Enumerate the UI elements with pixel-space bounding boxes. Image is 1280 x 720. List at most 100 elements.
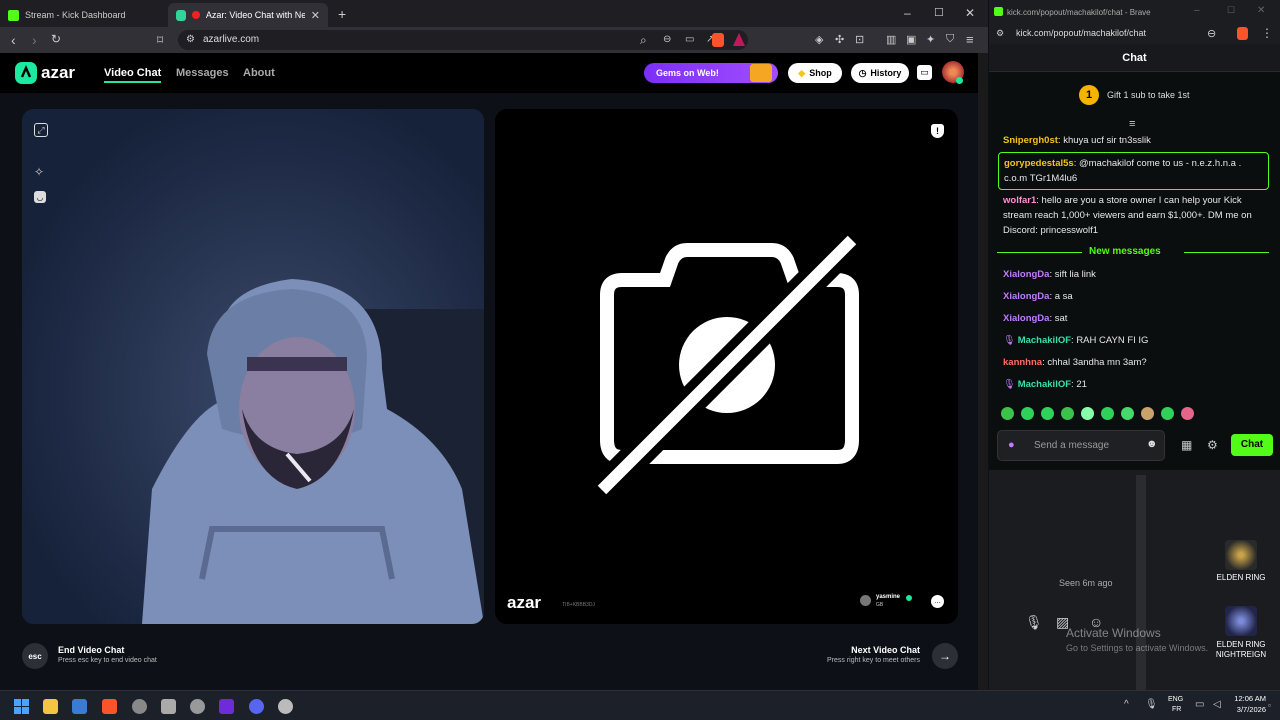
microphone-icon[interactable]: ● [1008, 439, 1015, 451]
brave-shields-icon[interactable] [1237, 27, 1248, 40]
extensions-icon[interactable]: ✣ [835, 33, 844, 46]
chat-username[interactable]: Snipergh0st [1003, 135, 1058, 146]
bookmark-icon[interactable]: ⌑ [157, 33, 163, 47]
maximize-icon[interactable]: ☐ [934, 6, 944, 19]
tab-azar[interactable]: Azar: Video Chat with New Pe ✕ [168, 3, 328, 27]
brave-rewards-icon[interactable] [733, 33, 745, 46]
elden-ring-label[interactable]: ELDEN RING [1211, 573, 1271, 582]
message-icon[interactable]: … [931, 595, 944, 608]
back-icon[interactable]: ‹ [11, 32, 16, 48]
chat-username[interactable]: XialongDa [1003, 313, 1049, 324]
chat-username[interactable]: wolfar1 [1003, 195, 1036, 206]
leo-icon[interactable]: ✦ [926, 33, 935, 46]
emote-icon[interactable] [1121, 407, 1134, 420]
brave-shields-icon[interactable] [712, 33, 724, 47]
url-field[interactable]: ⚙ azarlive.com ⌕ ⊖ ▭ ↗ [178, 30, 748, 50]
brave-browser-icon[interactable] [102, 699, 117, 714]
minimize-icon[interactable]: – [1194, 5, 1200, 16]
cast-icon[interactable]: ▭ [685, 30, 694, 50]
microphone-tray-icon[interactable]: 🎙 [1145, 699, 1158, 710]
file-explorer-icon[interactable] [43, 699, 58, 714]
esc-key-badge[interactable]: esc [22, 643, 48, 669]
chat-username[interactable]: XialongDa [1003, 291, 1049, 302]
chat-username[interactable]: kannhna [1003, 357, 1042, 368]
scroll-track[interactable] [1136, 475, 1146, 690]
site-settings-icon[interactable]: ⚙ [186, 30, 195, 50]
chat-username[interactable]: MachakilOF [1018, 335, 1071, 346]
discord-icon[interactable] [249, 699, 264, 714]
magic-wand-icon[interactable]: ✧ [34, 165, 44, 179]
notification-icon[interactable]: ▫ [1268, 701, 1271, 710]
nav-video-chat[interactable]: Video Chat [104, 67, 162, 83]
windows-start-icon[interactable] [14, 699, 29, 714]
shield-icon[interactable]: ⛉ [946, 33, 954, 46]
filter-icon[interactable]: ≡ [1129, 118, 1135, 130]
emote-icon[interactable] [1181, 407, 1194, 420]
send-chat-button[interactable]: Chat [1231, 434, 1273, 456]
nav-messages[interactable]: Messages [176, 67, 229, 79]
vpn-icon[interactable]: ◈ [815, 33, 823, 46]
reload-icon[interactable]: ↻ [51, 32, 61, 46]
emote-icon[interactable] [1001, 407, 1014, 420]
close-window-icon[interactable]: ✕ [965, 6, 975, 20]
elden-ring-nightreign-icon[interactable] [1225, 606, 1257, 636]
chat-username[interactable]: XialongDa [1003, 269, 1049, 280]
emote-icon[interactable] [1061, 407, 1074, 420]
chat-input[interactable]: ● Send a message ☻ [997, 430, 1165, 461]
chat-username[interactable]: MachakilOF [1018, 379, 1071, 390]
clock-time[interactable]: 12:06 AM [1232, 694, 1266, 703]
gems-promo-button[interactable]: Gems on Web! [644, 63, 778, 83]
chrome-icon[interactable] [190, 699, 205, 714]
emote-icon[interactable] [1041, 407, 1054, 420]
emote-icon[interactable] [1161, 407, 1174, 420]
history-button[interactable]: ◷ History [851, 63, 909, 83]
next-video-chat-button[interactable]: Next Video Chat [800, 645, 920, 655]
expand-icon[interactable]: ⤢ [34, 123, 48, 137]
end-video-chat-button[interactable]: End Video Chat [58, 645, 124, 655]
kick-url-text[interactable]: kick.com/popout/machakilof/chat [1016, 28, 1146, 38]
close-tab-icon[interactable]: ✕ [311, 9, 320, 22]
report-shield-icon[interactable]: ! [931, 124, 944, 138]
language-indicator[interactable]: ENG [1168, 696, 1183, 703]
arrow-right-icon[interactable]: → [932, 643, 958, 669]
screenshot-icon[interactable]: ⊡ [855, 33, 864, 46]
wallet-icon[interactable]: ▣ [906, 33, 916, 46]
tab-kick-dashboard[interactable]: Stream - Kick Dashboard [0, 3, 168, 27]
menu-icon[interactable]: ≡ [966, 32, 974, 47]
volume-icon[interactable]: ◁ [1213, 699, 1221, 710]
emote-icon[interactable] [1081, 407, 1094, 420]
emote-icon[interactable] [1021, 407, 1034, 420]
obs-icon[interactable] [132, 699, 147, 714]
close-window-icon[interactable]: ✕ [1257, 5, 1265, 16]
inbox-icon[interactable]: ▭ [917, 65, 932, 80]
emoji-icon[interactable]: ☻ [1146, 438, 1158, 450]
gift-sub-button[interactable]: Gift 1 sub to take 1st [1107, 90, 1190, 100]
gift-icon[interactable]: ▦ [1181, 438, 1192, 452]
store-icon[interactable] [72, 699, 87, 714]
emote-icon[interactable] [1101, 407, 1114, 420]
app-icon[interactable] [161, 699, 176, 714]
maximize-icon[interactable]: ☐ [1227, 5, 1235, 16]
next-app-icon[interactable] [219, 699, 234, 714]
monitor-icon[interactable]: ▭ [1195, 699, 1204, 710]
minimize-icon[interactable]: – [904, 6, 911, 20]
forward-icon[interactable]: › [32, 32, 37, 48]
emote-icon[interactable] [1141, 407, 1154, 420]
elden-ring-icon[interactable] [1225, 540, 1257, 570]
sidebar-icon[interactable]: ▥ [886, 33, 896, 46]
new-tab-icon[interactable]: + [338, 6, 346, 22]
site-settings-icon[interactable]: ⚙ [996, 28, 1004, 39]
search-icon[interactable]: ⌕ [640, 30, 647, 50]
azar-logo-text[interactable]: azar [41, 63, 75, 83]
nav-about[interactable]: About [243, 67, 275, 79]
page-scrollbar[interactable] [978, 53, 988, 690]
app-icon[interactable] [278, 699, 293, 714]
menu-icon[interactable]: ⋮ [1261, 26, 1273, 40]
zoom-icon[interactable]: ⊖ [1207, 27, 1216, 40]
elden-ring-nightreign-label[interactable]: ELDEN RING NIGHTREIGN [1211, 640, 1271, 660]
mask-icon[interactable]: ◡ [34, 191, 46, 203]
chat-username[interactable]: gorypedestal5s [1004, 158, 1074, 169]
microphone-icon[interactable]: 🎙 [1025, 614, 1043, 631]
shop-button[interactable]: ◆ Shop [788, 63, 842, 83]
clock-date[interactable]: 3/7/2026 [1232, 705, 1266, 714]
